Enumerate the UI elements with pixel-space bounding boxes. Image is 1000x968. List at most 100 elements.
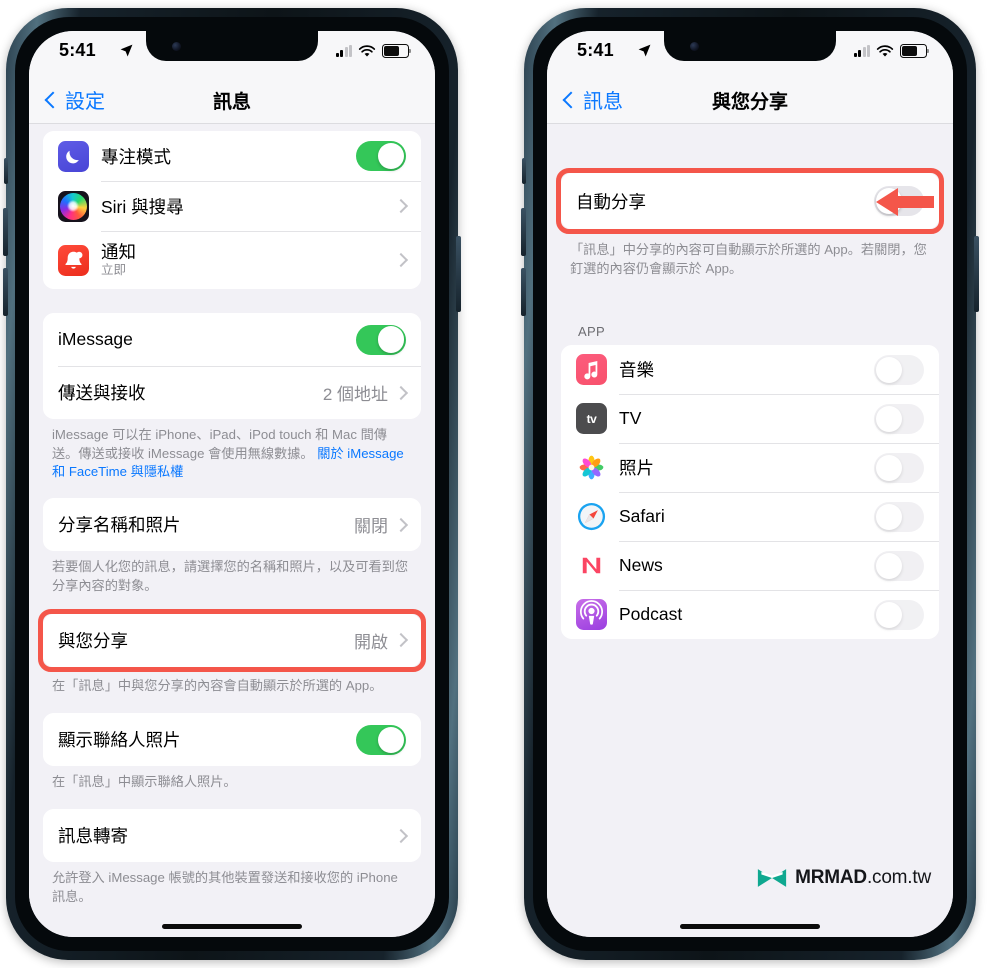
group-forwarding: 訊息轉寄 (43, 809, 421, 863)
row-label: Podcast (619, 604, 683, 625)
volume-up-button[interactable] (3, 208, 8, 256)
row-text-message-forwarding[interactable]: 訊息轉寄 (43, 809, 421, 863)
tv-app-icon: tv (576, 403, 607, 435)
chevron-right-icon (393, 633, 409, 648)
left-settings-list[interactable]: 專注模式 Siri 與搜尋 通知 立即 iMessage 傳送與接收 2 個地址… (29, 123, 435, 937)
chevron-right-icon (393, 385, 409, 400)
wifi-icon (876, 44, 894, 57)
footnote-forwarding: 允許登入 iMessage 帳號的其他裝置發送和接收您的 iPhone 訊息。 (52, 870, 398, 904)
page-title: 訊息 (212, 92, 251, 113)
row-show-contact-photos[interactable]: 顯示聯絡人照片 (43, 713, 421, 767)
location-arrow-icon (119, 43, 134, 63)
music-app-icon (576, 354, 607, 386)
power-button[interactable] (974, 236, 979, 312)
row-app-photos[interactable]: 照片 (561, 443, 939, 493)
power-button[interactable] (456, 236, 461, 312)
row-label: 傳送與接收 (58, 383, 146, 403)
news-share-toggle[interactable] (874, 550, 924, 581)
focus-mode-icon (58, 140, 89, 172)
left-phone-device: 5:41 設定 訊息 專注模式 Siri 與搜尋 通知 立即 iMessage … (3, 8, 461, 960)
red-arrow-icon (876, 188, 934, 216)
row-label: 訊息轉寄 (58, 826, 128, 847)
apps-section-header: APP (578, 324, 605, 340)
group-share-name: 分享名稱和照片 關閉 (43, 498, 421, 552)
footnote-contact-photo: 在「訊息」中顯示聯絡人照片。 (52, 774, 237, 790)
tv-share-toggle[interactable] (874, 403, 924, 434)
row-app-news[interactable]: News (561, 541, 939, 591)
status-time: 5:41 (59, 40, 96, 60)
home-indicator[interactable] (680, 924, 820, 929)
group-focus: 專注模式 Siri 與搜尋 通知 立即 (43, 131, 421, 289)
right-phone-device: 5:41 訊息 與您分享 自動分享 「訊息」中分享的內容可自動顯示於所選的 Ap… (521, 8, 979, 960)
podcast-share-toggle[interactable] (874, 599, 924, 630)
row-app-tv[interactable]: tv TV (561, 394, 939, 444)
page-title: 與您分享 (711, 92, 788, 113)
home-indicator[interactable] (162, 924, 302, 929)
notch (664, 31, 836, 61)
row-label: iMessage (58, 329, 133, 349)
chevron-right-icon (393, 517, 409, 532)
row-app-podcast[interactable]: Podcast (561, 590, 939, 640)
group-shared-with-you: 與您分享 開啟 (43, 613, 421, 667)
row-notifications[interactable]: 通知 立即 (43, 231, 421, 289)
front-camera-icon (172, 42, 181, 51)
row-send-receive[interactable]: 傳送與接收 2 個地址 (43, 366, 421, 419)
row-label: Siri 與搜尋 (101, 196, 184, 217)
volume-down-button[interactable] (3, 268, 8, 316)
photos-app-icon (576, 452, 607, 484)
footnote-imessage: iMessage 可以在 iPhone、iPad、iPod touch 和 Ma… (52, 426, 413, 482)
row-label: 專注模式 (101, 146, 171, 167)
volume-up-button[interactable] (521, 208, 526, 256)
row-focus-mode[interactable]: 專注模式 (43, 131, 421, 181)
row-label: TV (619, 408, 642, 429)
contact-photos-toggle[interactable] (356, 724, 406, 755)
right-phone-screen: 5:41 訊息 與您分享 自動分享 「訊息」中分享的內容可自動顯示於所選的 Ap… (547, 31, 953, 937)
cellular-signal-icon (853, 45, 870, 57)
group-contact-photo: 顯示聯絡人照片 (43, 713, 421, 767)
row-value: 開啟 (354, 632, 388, 652)
left-phone-screen: 5:41 設定 訊息 專注模式 Siri 與搜尋 通知 立即 iMessage … (29, 31, 435, 937)
footnote-shared-with-you: 在「訊息」中與您分享的內容會自動顯示於所選的 App。 (52, 677, 383, 693)
row-subtitle: 立即 (101, 263, 127, 278)
right-nav-bar: 訊息 與您分享 (547, 77, 953, 124)
row-value: 關閉 (354, 517, 388, 537)
imessage-toggle[interactable] (356, 324, 406, 355)
mrmad-logo-icon (757, 869, 787, 887)
focus-mode-toggle[interactable] (356, 141, 406, 171)
row-label: 音樂 (619, 360, 654, 381)
right-settings-list[interactable]: 自動分享 「訊息」中分享的內容可自動顯示於所選的 App。若關閉，您釘選的內容仍… (547, 123, 953, 937)
watermark-domain: .com.tw (866, 867, 931, 888)
row-app-safari[interactable]: Safari (561, 492, 939, 542)
row-label: 通知 立即 (101, 241, 394, 278)
siri-icon (58, 190, 89, 222)
safari-share-toggle[interactable] (874, 501, 924, 532)
row-shared-with-you[interactable]: 與您分享 開啟 (43, 613, 421, 667)
apps-section: APP 音樂 tv TV 照片 Safari News Podcast (547, 324, 953, 640)
row-app-music[interactable]: 音樂 (561, 345, 939, 395)
left-nav-bar: 設定 訊息 (29, 77, 435, 124)
left-phone-bezel: 5:41 設定 訊息 專注模式 Siri 與搜尋 通知 立即 iMessage … (15, 17, 449, 951)
silent-switch[interactable] (522, 158, 526, 184)
group-imessage: iMessage 傳送與接收 2 個地址 (43, 313, 421, 419)
row-value: 2 個地址 (322, 385, 388, 404)
row-label: News (619, 555, 663, 576)
chevron-right-icon (393, 252, 409, 268)
right-phone-bezel: 5:41 訊息 與您分享 自動分享 「訊息」中分享的內容可自動顯示於所選的 Ap… (533, 17, 967, 951)
row-title: 通知 (101, 241, 136, 262)
silent-switch[interactable] (4, 158, 8, 184)
music-share-toggle[interactable] (874, 354, 924, 385)
watermark-name: MRMAD (795, 867, 867, 888)
shared-with-you-wrap: 與您分享 開啟 (29, 608, 435, 672)
footnote-auto-share: 「訊息」中分享的內容可自動顯示於所選的 App。若關閉，您釘選的內容仍會顯示於 … (570, 242, 927, 276)
battery-icon (900, 44, 930, 58)
row-siri-search[interactable]: Siri 與搜尋 (43, 181, 421, 231)
volume-down-button[interactable] (521, 268, 526, 316)
safari-app-icon (576, 501, 607, 533)
chevron-right-icon (393, 828, 409, 843)
notch (146, 31, 318, 61)
row-label: 自動分享 (576, 191, 646, 212)
photos-share-toggle[interactable] (874, 452, 924, 483)
location-arrow-icon (637, 43, 652, 63)
row-imessage[interactable]: iMessage (43, 313, 421, 366)
row-share-name-photo[interactable]: 分享名稱和照片 關閉 (43, 498, 421, 552)
